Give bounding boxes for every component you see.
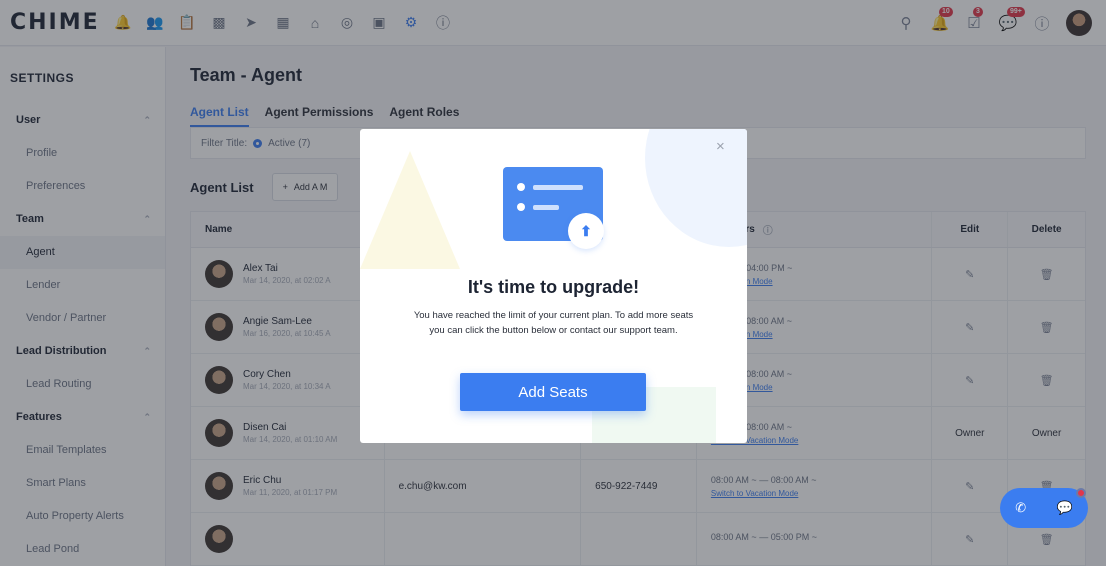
illustration-line <box>533 185 583 190</box>
modal-text: You have reached the limit of your curre… <box>413 310 694 336</box>
decorative-triangle <box>360 151 460 269</box>
check-icon <box>517 203 525 211</box>
upgrade-modal: × ⬆ It's time to upgrade! You have reach… <box>360 129 747 443</box>
phone-icon[interactable]: ✆ <box>1015 500 1026 516</box>
chat-bubble-icon[interactable]: 💬 <box>1057 500 1073 516</box>
close-icon[interactable]: × <box>716 138 725 155</box>
decorative-circle <box>645 129 747 247</box>
check-icon <box>517 183 525 191</box>
illustration-line <box>533 205 559 210</box>
add-seats-button[interactable]: Add Seats <box>460 373 646 411</box>
upgrade-arrow-icon: ⬆ <box>568 213 604 249</box>
modal-title: It's time to upgrade! <box>467 277 640 297</box>
notification-dot <box>1076 488 1086 498</box>
chat-fab[interactable]: ✆ 💬 <box>1000 488 1088 528</box>
